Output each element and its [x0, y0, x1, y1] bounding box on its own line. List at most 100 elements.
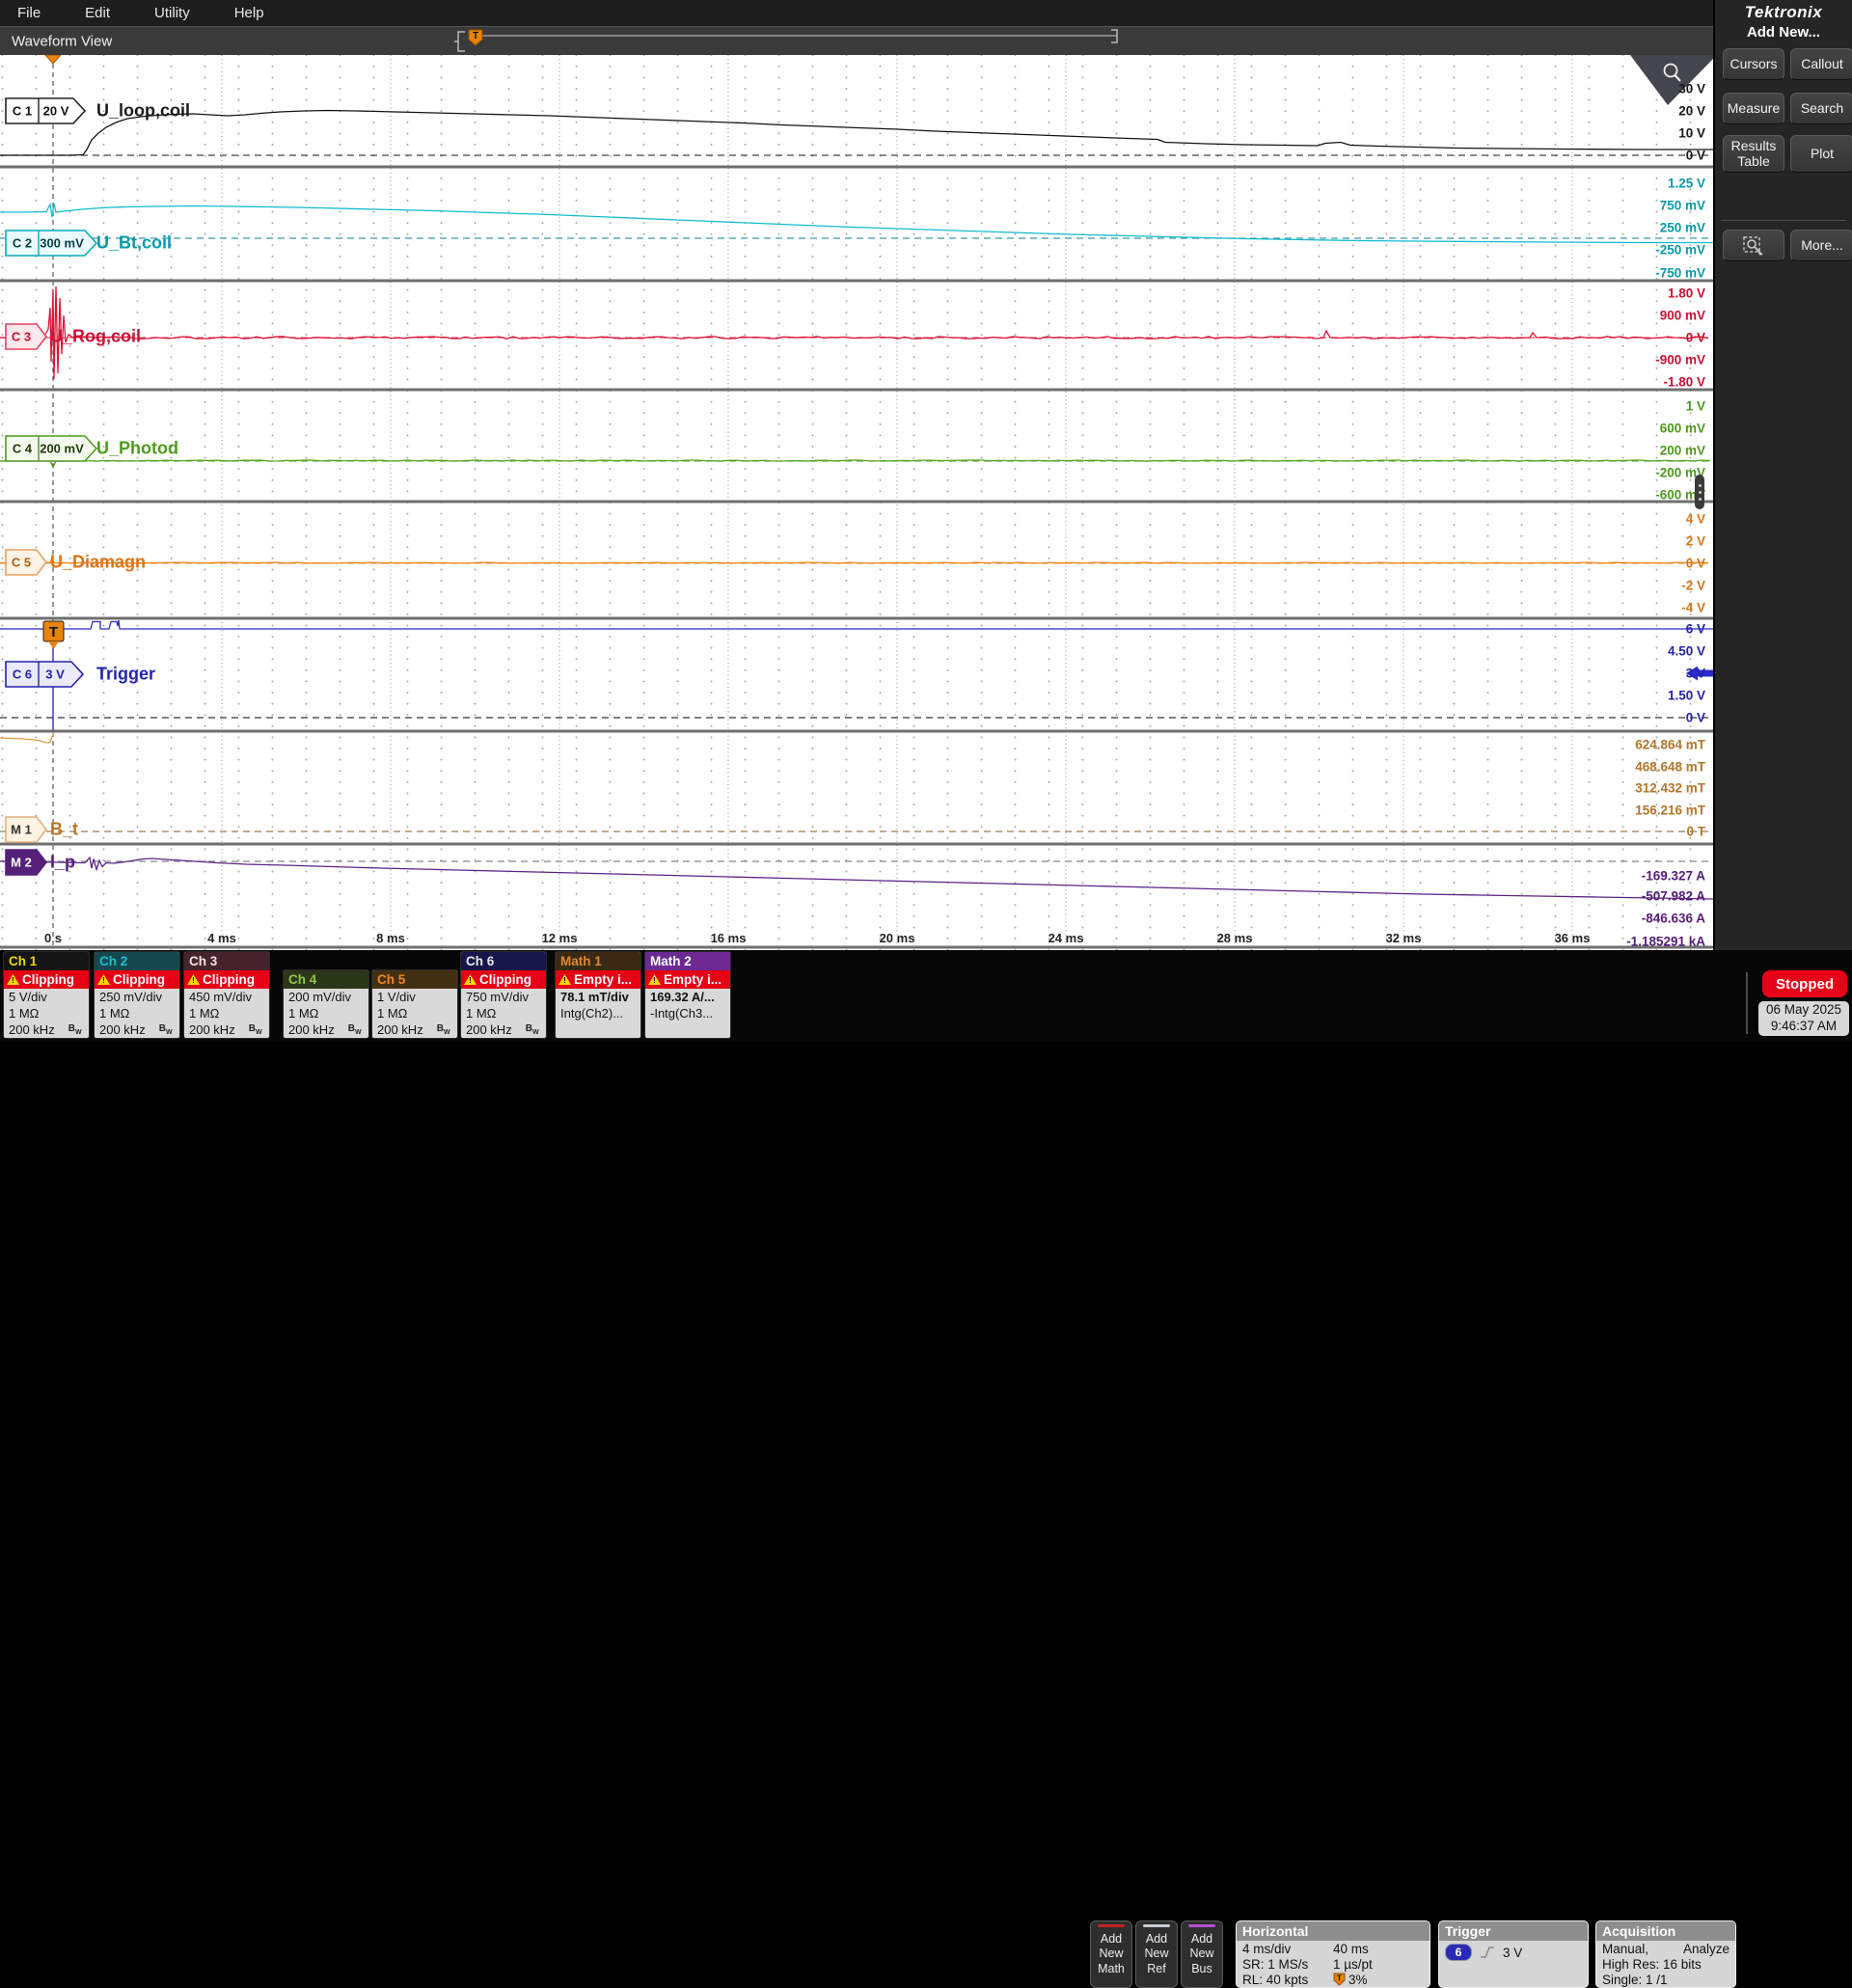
- warning-row: !Clipping: [4, 970, 89, 989]
- channel-label-u-photod: U_Photod: [96, 439, 178, 459]
- bottom-bar-divider: [1746, 972, 1748, 1034]
- channel-label-trigger: Trigger: [96, 665, 155, 685]
- add-new-math-button[interactable]: AddNewMath: [1090, 1920, 1132, 1988]
- zoom-corner-button[interactable]: [1630, 55, 1713, 105]
- axis-label: 3 V: [1686, 667, 1705, 681]
- trigger-top-marker[interactable]: [45, 55, 61, 64]
- add-plot-button[interactable]: Plot: [1790, 135, 1852, 173]
- add-cursors-button[interactable]: Cursors: [1723, 48, 1784, 80]
- add-measure-button[interactable]: Measure: [1723, 93, 1784, 124]
- warning-row: !Clipping: [461, 970, 546, 989]
- channel-settings-badge-ch-1[interactable]: Ch 1!Clipping5 V/div1 MΩ200 kHzBW: [3, 951, 90, 1039]
- channel-settings-badge-ch-6[interactable]: Ch 6!Clipping750 mV/div1 MΩ200 kHzBW: [460, 951, 547, 1039]
- axis-label: 156.216 mT: [1635, 803, 1705, 818]
- warning-icon: !: [7, 974, 19, 985]
- time-axis-label: 4 ms: [207, 931, 236, 945]
- svg-text:M 1: M 1: [11, 823, 32, 837]
- zoom-select-button[interactable]: [1723, 230, 1784, 261]
- trigger-position-marker[interactable]: T: [469, 30, 482, 45]
- svg-text:C 5: C 5: [12, 556, 31, 570]
- button-stripe: [1188, 1924, 1215, 1927]
- add-search-button[interactable]: Search: [1790, 93, 1852, 124]
- channel-badge-c-6[interactable]: C 63 V: [6, 662, 83, 687]
- menu-item-edit[interactable]: Edit: [85, 5, 110, 21]
- svg-text:300 mV: 300 mV: [40, 236, 84, 251]
- channel-badge-m-2[interactable]: M 2: [6, 850, 46, 875]
- axis-label: -900 mV: [1655, 353, 1705, 368]
- badge-title: Math 2: [645, 952, 730, 970]
- stopped-status-button[interactable]: Stopped: [1762, 970, 1847, 997]
- badge-row: 200 kHzBW: [184, 1021, 269, 1038]
- menu-item-utility[interactable]: Utility: [154, 5, 190, 21]
- axis-label: 0 T: [1686, 825, 1705, 839]
- rising-edge-icon: [1480, 1946, 1495, 1959]
- bottom-bar: Ch 1!Clipping5 V/div1 MΩ200 kHzBWCh 2!Cl…: [0, 950, 1852, 1042]
- add-new-bus-button[interactable]: AddNewBus: [1181, 1920, 1223, 1988]
- time-axis-label: 36 ms: [1555, 931, 1591, 945]
- channel-settings-badge-ch-4[interactable]: Ch 4200 mV/div1 MΩ200 kHzBW: [283, 969, 369, 1039]
- add-callout-button[interactable]: Callout: [1790, 48, 1852, 80]
- badge-title: Math 1: [556, 952, 640, 970]
- axis-label: 1.50 V: [1668, 689, 1705, 703]
- channel-badge-c-3[interactable]: C 3: [6, 324, 46, 349]
- badge-row: 200 kHzBW: [284, 1021, 368, 1038]
- axis-label: -2 V: [1681, 579, 1705, 593]
- badge-row: 200 kHzBW: [461, 1021, 546, 1038]
- badge-row: Intg(Ch2)...: [556, 1005, 640, 1021]
- badge-row: 1 MΩ: [95, 1005, 179, 1021]
- axis-label: 900 mV: [1660, 309, 1705, 323]
- axis-label: -1.185291 kA: [1626, 935, 1705, 949]
- svg-text:C 4: C 4: [13, 442, 33, 456]
- menu-item-file[interactable]: File: [17, 5, 41, 21]
- menu-item-help[interactable]: Help: [234, 5, 264, 21]
- axis-label: 10 V: [1678, 126, 1705, 141]
- trigger-panel[interactable]: Trigger63 V: [1438, 1920, 1589, 1988]
- channel-label-u-loop-coil: U_loop,coil: [96, 101, 190, 122]
- badge-row: 1 V/div: [372, 989, 457, 1005]
- badge-title: Ch 1: [4, 952, 89, 970]
- channel-settings-badge-math-2[interactable]: Math 2!Empty i...169.32 A/...-Intg(Ch3..…: [644, 951, 731, 1039]
- time-axis-label: 12 ms: [542, 931, 578, 945]
- channel-badge-c-1[interactable]: C 120 V: [6, 98, 85, 123]
- channel-settings-badge-math-1[interactable]: Math 1!Empty i...78.1 mT/divIntg(Ch2)...: [555, 951, 641, 1039]
- svg-text:C 3: C 3: [12, 330, 31, 344]
- channel-settings-badge-ch-3[interactable]: Ch 3!Clipping450 mV/div1 MΩ200 kHzBW: [183, 951, 270, 1039]
- badge-row: 1 MΩ: [184, 1005, 269, 1021]
- acquisition-row: High Res: 16 bits: [1596, 1956, 1735, 1972]
- trigger-flag-icon: T: [1333, 1973, 1346, 1986]
- add-results-table-button[interactable]: Results Table: [1723, 135, 1784, 173]
- channel-badge-m-1[interactable]: M 1: [6, 817, 46, 842]
- channel-settings-badge-ch-2[interactable]: Ch 2!Clipping250 mV/div1 MΩ200 kHzBW: [94, 951, 180, 1039]
- warning-icon: !: [648, 974, 661, 985]
- waveform-plot-area[interactable]: C 120 V C 2300 mV C 3 C 4200 mV C 5 C 63 V M 1…: [0, 55, 1713, 950]
- more-button[interactable]: More...: [1790, 230, 1852, 261]
- axis-label: 600 mV: [1660, 422, 1705, 436]
- panel-drag-handle[interactable]: [1695, 475, 1704, 509]
- trigger-badge[interactable]: T: [43, 621, 64, 649]
- channel-badge-c-5[interactable]: C 5: [6, 550, 46, 575]
- trigger-title: Trigger: [1439, 1921, 1588, 1941]
- channel-badge-c-2[interactable]: C 2300 mV: [6, 231, 96, 256]
- axis-label: 4 V: [1686, 512, 1705, 527]
- axis-label: 0 V: [1686, 331, 1705, 345]
- waveform-trace-u-rog-coil: [0, 286, 1708, 379]
- svg-text:3 V: 3 V: [45, 667, 65, 682]
- acquisition-overview-ruler[interactable]: T: [453, 27, 1129, 56]
- axis-label: 312.432 mT: [1635, 781, 1705, 796]
- badge-row: 5 V/div: [4, 989, 89, 1005]
- channel-label-u-diamagn: U_Diamagn: [50, 553, 146, 573]
- axis-label: 30 V: [1678, 82, 1705, 96]
- acquisition-panel[interactable]: AcquisitionManual,AnalyzeHigh Res: 16 bi…: [1595, 1920, 1736, 1988]
- badge-row: 450 mV/div: [184, 989, 269, 1005]
- channel-badge-c-4[interactable]: C 4200 mV: [6, 436, 96, 461]
- axis-label: 6 V: [1686, 622, 1705, 637]
- warning-icon: !: [187, 974, 200, 985]
- warning-row: !Clipping: [95, 970, 179, 989]
- horizontal-panel[interactable]: Horizontal4 ms/div40 msSR: 1 MS/s1 µs/pt…: [1236, 1920, 1430, 1988]
- badge-row: 200 kHzBW: [4, 1021, 89, 1038]
- svg-text:T: T: [49, 624, 58, 640]
- axis-label: -750 mV: [1655, 266, 1705, 281]
- waveform-trace-b-t: [0, 732, 54, 743]
- add-new-ref-button[interactable]: AddNewRef: [1135, 1920, 1178, 1988]
- channel-settings-badge-ch-5[interactable]: Ch 51 V/div1 MΩ200 kHzBW: [371, 969, 458, 1039]
